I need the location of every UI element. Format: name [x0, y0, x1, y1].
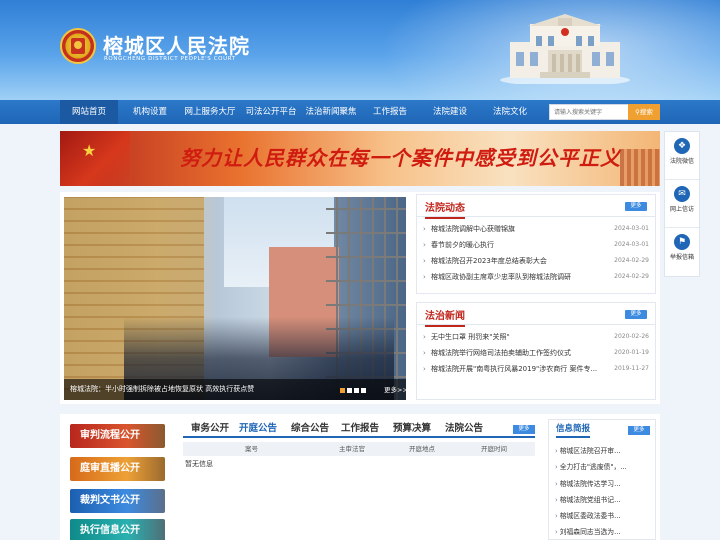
search-input[interactable]: [549, 104, 629, 120]
tab-general-notice[interactable]: 综合公告: [291, 420, 329, 434]
court-news-title[interactable]: 法院动态: [425, 199, 465, 219]
news-item[interactable]: › 春节前夕的暖心执行 2024-03-01: [423, 237, 649, 253]
arrow-icon: ›: [423, 365, 426, 373]
nav-court-building[interactable]: 法院建设: [424, 100, 476, 124]
slideshow-dots: [340, 386, 368, 395]
news-item[interactable]: › 榕城法院调解中心获赠锦旗 2024-03-01: [423, 221, 649, 237]
tab-work-report[interactable]: 工作报告: [341, 420, 379, 434]
news-item[interactable]: › 榕城法院举行网络司法拍卖辅助工作签约仪式 2020-01-19: [423, 345, 649, 361]
city-decoration: [620, 149, 660, 186]
nav-home[interactable]: 网站首页: [60, 100, 118, 124]
court-emblem-icon[interactable]: [60, 28, 96, 64]
star-icon: ★: [82, 141, 97, 160]
arrow-icon: ›: [423, 225, 426, 233]
arrow-icon: ›: [423, 349, 426, 357]
column-case-no: 案号: [245, 445, 258, 453]
arrow-icon: ›: [423, 273, 426, 281]
site-title[interactable]: 榕城区人民法院: [103, 30, 250, 59]
slide-dot[interactable]: [361, 388, 366, 393]
arrow-icon: ›: [555, 480, 558, 488]
site-header: 榕城区人民法院 RONGCHENG DISTRICT PEOPLE'S COUR…: [0, 0, 720, 100]
info-item[interactable]: › 全力打击"逃废债"，...: [555, 461, 651, 471]
tab-budget[interactable]: 预算决算: [393, 420, 431, 434]
empty-note: 暂无信息: [185, 460, 213, 468]
pillar-execution-info[interactable]: 执行信息公开: [70, 519, 165, 540]
chat-icon: ❖: [674, 138, 690, 154]
info-item[interactable]: › 榕城法院传达学习...: [555, 478, 651, 488]
slideshow-photo[interactable]: [64, 197, 406, 400]
nav-online-service[interactable]: 网上服务大厅: [180, 100, 240, 124]
disclosure-tabs: 审务公开 开庭公告 综合公告 工作报告 预算决算 法院公告: [183, 416, 535, 438]
arrow-icon: ›: [423, 257, 426, 265]
arrow-icon: ›: [555, 447, 558, 455]
hearing-table-header: 案号 主审法官 开庭地点 开庭时间: [183, 442, 535, 456]
info-item[interactable]: › 榕城区法院召开审...: [555, 445, 651, 455]
news-item[interactable]: › 榕城区政协副主席章少忠率队到榕城法院调研 2024-02-29: [423, 269, 649, 285]
arrow-icon: ›: [555, 463, 558, 471]
column-judge: 主审法官: [339, 445, 365, 453]
tool-label: 举报信箱: [669, 254, 694, 261]
pillar-trial-live[interactable]: 庭审直播公开: [70, 457, 165, 481]
arrow-icon: ›: [423, 333, 426, 341]
info-brief-title[interactable]: 信息简报: [556, 422, 591, 438]
nav-judicial-disclosure[interactable]: 司法公开平台: [242, 100, 300, 124]
arrow-icon: ›: [555, 496, 558, 504]
tab-hearing-notice[interactable]: 开庭公告: [239, 420, 277, 434]
tab-court-notice[interactable]: 法院公告: [445, 420, 483, 434]
nav-organization[interactable]: 机构设置: [124, 100, 176, 124]
slide-dot[interactable]: [354, 388, 359, 393]
site-subtitle: RONGCHENG DISTRICT PEOPLE'S COURT: [104, 56, 236, 62]
court-news-more-button[interactable]: 更多: [625, 202, 647, 211]
court-building-icon: [500, 14, 630, 84]
info-item[interactable]: › 榕城区委政法委书...: [555, 510, 651, 520]
tool-report[interactable]: ⚑ 举报信箱: [665, 234, 699, 276]
disclosure-more-button[interactable]: 更多: [513, 425, 535, 434]
news-item[interactable]: › 无中生口罩 刑罚来"关照" 2020-02-26: [423, 329, 649, 345]
banner-slogan: 努力让人民群众在每一个案件中感受到公平正义: [180, 146, 621, 170]
tab-court-affairs[interactable]: 审务公开: [191, 420, 229, 434]
nav-work-report[interactable]: 工作报告: [364, 100, 416, 124]
report-icon: ⚑: [674, 234, 690, 250]
news-item[interactable]: › 榕城法院开展"南粤执行风暴2019"涉农商行 案件专... 2019-11-27: [423, 361, 649, 377]
slideshow-more-link[interactable]: 更多>>: [384, 384, 408, 394]
slide-dot[interactable]: [340, 388, 345, 393]
slogan-banner: ★ 努力让人民群众在每一个案件中感受到公平正义: [60, 131, 660, 186]
tool-label: 网上信访: [669, 206, 694, 213]
law-news-title[interactable]: 法治新闻: [425, 307, 465, 327]
nav-court-culture[interactable]: 法院文化: [484, 100, 536, 124]
search-button[interactable]: ⚲搜索: [628, 104, 660, 120]
tool-label: 法院微信: [669, 158, 694, 165]
info-item[interactable]: › 榕城法院党组书记...: [555, 494, 651, 504]
side-toolbar: ❖ 法院微信 ✉ 网上信访 ⚑ 举报信箱: [664, 131, 700, 277]
arrow-icon: ›: [555, 528, 558, 536]
slideshow-caption[interactable]: 榕城法院：半小时强制拆除被占地恢复原状 高效执行获点赞: [70, 384, 254, 394]
pillar-judgment-docs[interactable]: 裁判文书公开: [70, 489, 165, 513]
tool-petition[interactable]: ✉ 网上信访: [665, 186, 699, 228]
law-news-box: 法治新闻 更多 › 无中生口罩 刑罚来"关照" 2020-02-26 › 榕城法院举行…: [416, 302, 656, 400]
law-news-more-button[interactable]: 更多: [625, 310, 647, 319]
arrow-icon: ›: [555, 512, 558, 520]
info-brief-more-button[interactable]: 更多: [628, 426, 650, 435]
nav-legal-news[interactable]: 法治新闻聚焦: [302, 100, 360, 124]
pillar-trial-process[interactable]: 审判流程公开: [70, 424, 165, 448]
column-time: 开庭时间: [481, 445, 507, 453]
petition-icon: ✉: [674, 186, 690, 202]
court-news-box: 法院动态 更多 › 榕城法院调解中心获赠锦旗 2024-03-01 › 春节前夕的暖心…: [416, 194, 656, 294]
arrow-icon: ›: [423, 241, 426, 249]
tool-wechat[interactable]: ❖ 法院微信: [665, 138, 699, 180]
slide-dot[interactable]: [347, 388, 352, 393]
column-location: 开庭地点: [409, 445, 435, 453]
info-item[interactable]: › 刘福森同志当选为...: [555, 526, 651, 536]
news-item[interactable]: › 榕城法院召开2023年度总结表彰大会 2024-02-29: [423, 253, 649, 269]
